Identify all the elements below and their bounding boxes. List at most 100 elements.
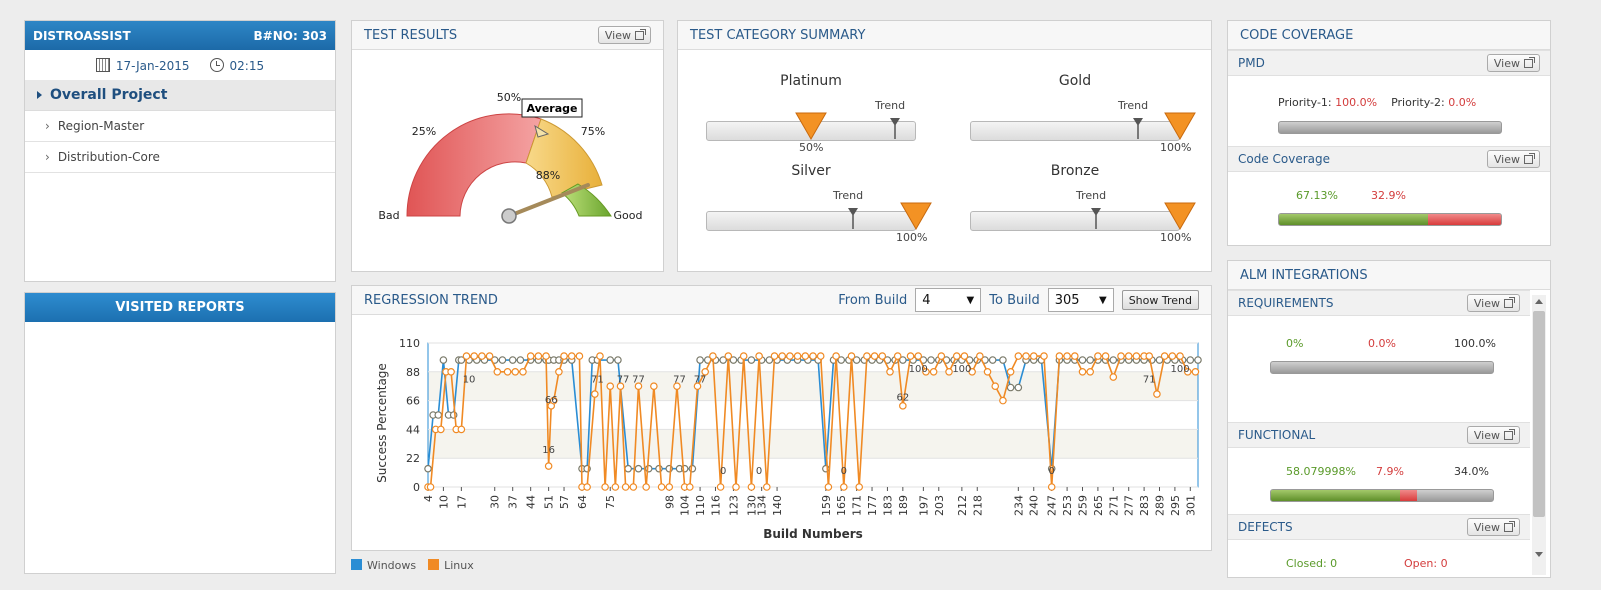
nav-item-distribution-core[interactable]: › Distribution-Core <box>25 142 335 173</box>
x-tick-label: 140 <box>771 495 784 516</box>
show-trend-button[interactable]: Show Trend <box>1121 290 1199 310</box>
test-results-view-button[interactable]: View <box>597 26 651 44</box>
requirements-passed: 0% <box>1286 337 1304 350</box>
chevron-right-icon: › <box>45 119 50 133</box>
code-coverage-view-button[interactable]: View <box>1486 150 1540 168</box>
data-point-windows <box>1086 356 1095 364</box>
scroll-thumb[interactable] <box>1533 311 1545 517</box>
data-point-windows <box>999 356 1007 364</box>
time-text: 02:15 <box>229 58 265 73</box>
data-point-linux <box>732 483 740 491</box>
data-point-linux <box>937 352 946 360</box>
data-point-linux <box>755 352 763 360</box>
chart-legend: Windows Linux <box>351 559 474 572</box>
category-title-platinum: Platinum <box>780 73 842 89</box>
functional-view-button[interactable]: View <box>1466 426 1520 444</box>
functional-failed: 7.9% <box>1376 465 1404 478</box>
functional-title: FUNCTIONAL <box>1238 428 1316 442</box>
regression-header: REGRESSION TREND From Build 4 ▼ To Build … <box>352 286 1211 315</box>
data-point-linux <box>1109 373 1118 381</box>
data-point-linux <box>447 367 455 376</box>
trend-marker <box>1133 118 1143 139</box>
pmd-view-button[interactable]: View <box>1486 54 1540 72</box>
nav-item-label: Region-Master <box>57 119 145 133</box>
x-tick-label: 183 <box>881 495 894 516</box>
category-title-silver: Silver <box>791 163 831 179</box>
x-tick-label: 165 <box>835 495 848 516</box>
from-build-value: 4 <box>922 292 931 308</box>
popout-icon <box>1524 56 1535 68</box>
x-tick-label: 301 <box>1184 495 1197 516</box>
data-point-windows <box>927 356 935 364</box>
data-point-linux <box>906 352 915 360</box>
pmd-values: Priority-1: 100.0% Priority-2: 0.0% <box>1278 96 1476 109</box>
coverage-values: 67.13% 32.9% <box>1296 189 1406 202</box>
data-point-linux <box>1160 352 1169 360</box>
x-tick-label: 75 <box>604 495 617 509</box>
data-label: 77 <box>617 374 630 385</box>
data-point-linux <box>511 367 520 376</box>
value-marker <box>1164 202 1196 231</box>
data-point-linux <box>1094 352 1102 360</box>
data-point-linux <box>493 367 502 376</box>
data-point-linux <box>457 425 466 434</box>
requirements-view-button[interactable]: View <box>1466 294 1520 312</box>
code-coverage-header: CODE COVERAGE <box>1228 21 1550 50</box>
x-tick-label: 123 <box>727 495 740 516</box>
data-point-linux <box>778 352 787 360</box>
from-build-select[interactable]: 4 ▼ <box>915 288 982 312</box>
alm-scrollbar[interactable] <box>1532 295 1546 575</box>
x-tick-label: 51 <box>543 495 556 509</box>
value-marker <box>900 202 932 231</box>
x-tick-label: 37 <box>507 495 520 509</box>
scroll-up-arrow-icon[interactable] <box>1535 299 1543 304</box>
chevron-right-icon: › <box>45 150 50 164</box>
data-point-linux <box>1063 352 1071 360</box>
legend-item-linux[interactable]: Linux <box>428 559 474 572</box>
x-tick-label: 197 <box>917 495 930 516</box>
data-point-linux <box>503 367 512 376</box>
data-point-linux <box>914 352 923 360</box>
y-axis-label: Success Percentage <box>375 363 389 483</box>
data-point-windows <box>1006 383 1015 392</box>
from-build-label: From Build <box>838 292 908 308</box>
scroll-down-arrow-icon[interactable] <box>1535 552 1543 557</box>
data-point-linux <box>650 382 658 391</box>
x-tick-label: 159 <box>820 495 833 516</box>
data-point-linux <box>991 382 1000 391</box>
data-point-linux <box>809 352 817 360</box>
test-category-header: TEST CATEGORY SUMMARY <box>678 21 1211 50</box>
app-header: DISTROASSIST B#NO: 303 <box>25 21 335 50</box>
value-marker <box>795 112 827 141</box>
data-point-linux <box>999 396 1007 405</box>
nav-item-region-master[interactable]: › Region-Master <box>25 111 335 142</box>
functional-remaining: 34.0% <box>1454 465 1489 478</box>
value-marker <box>1164 112 1196 141</box>
data-label: 62 <box>896 393 909 404</box>
data-point-windows <box>1014 383 1023 392</box>
overall-project-item[interactable]: Overall Project <box>25 80 335 111</box>
x-tick-label: 10 <box>437 495 450 509</box>
data-point-windows <box>747 356 756 364</box>
to-build-select[interactable]: 305 ▼ <box>1047 288 1114 312</box>
x-tick-label: 104 <box>679 495 692 516</box>
trend-marker <box>890 118 900 139</box>
data-point-windows <box>655 464 663 473</box>
bar-red <box>1427 214 1501 225</box>
data-label: 71 <box>591 374 604 385</box>
data-label: 100 <box>1170 364 1189 375</box>
x-tick-label: 271 <box>1107 495 1120 516</box>
gauge-label-bad: Bad <box>378 209 399 222</box>
data-point-linux <box>945 367 953 376</box>
defects-view-button[interactable]: View <box>1466 518 1520 536</box>
data-point-linux <box>793 352 802 360</box>
clock-icon <box>209 57 224 72</box>
data-point-linux <box>1101 352 1110 360</box>
regression-title: REGRESSION TREND <box>364 292 498 308</box>
covered-value: 67.13% <box>1296 189 1338 202</box>
legend-item-windows[interactable]: Windows <box>351 559 416 572</box>
x-tick-label: 177 <box>866 495 879 516</box>
functional-passed: 58.079998% <box>1286 465 1356 478</box>
gauge-label-75: 75% <box>581 125 605 138</box>
data-point-linux <box>855 483 864 491</box>
